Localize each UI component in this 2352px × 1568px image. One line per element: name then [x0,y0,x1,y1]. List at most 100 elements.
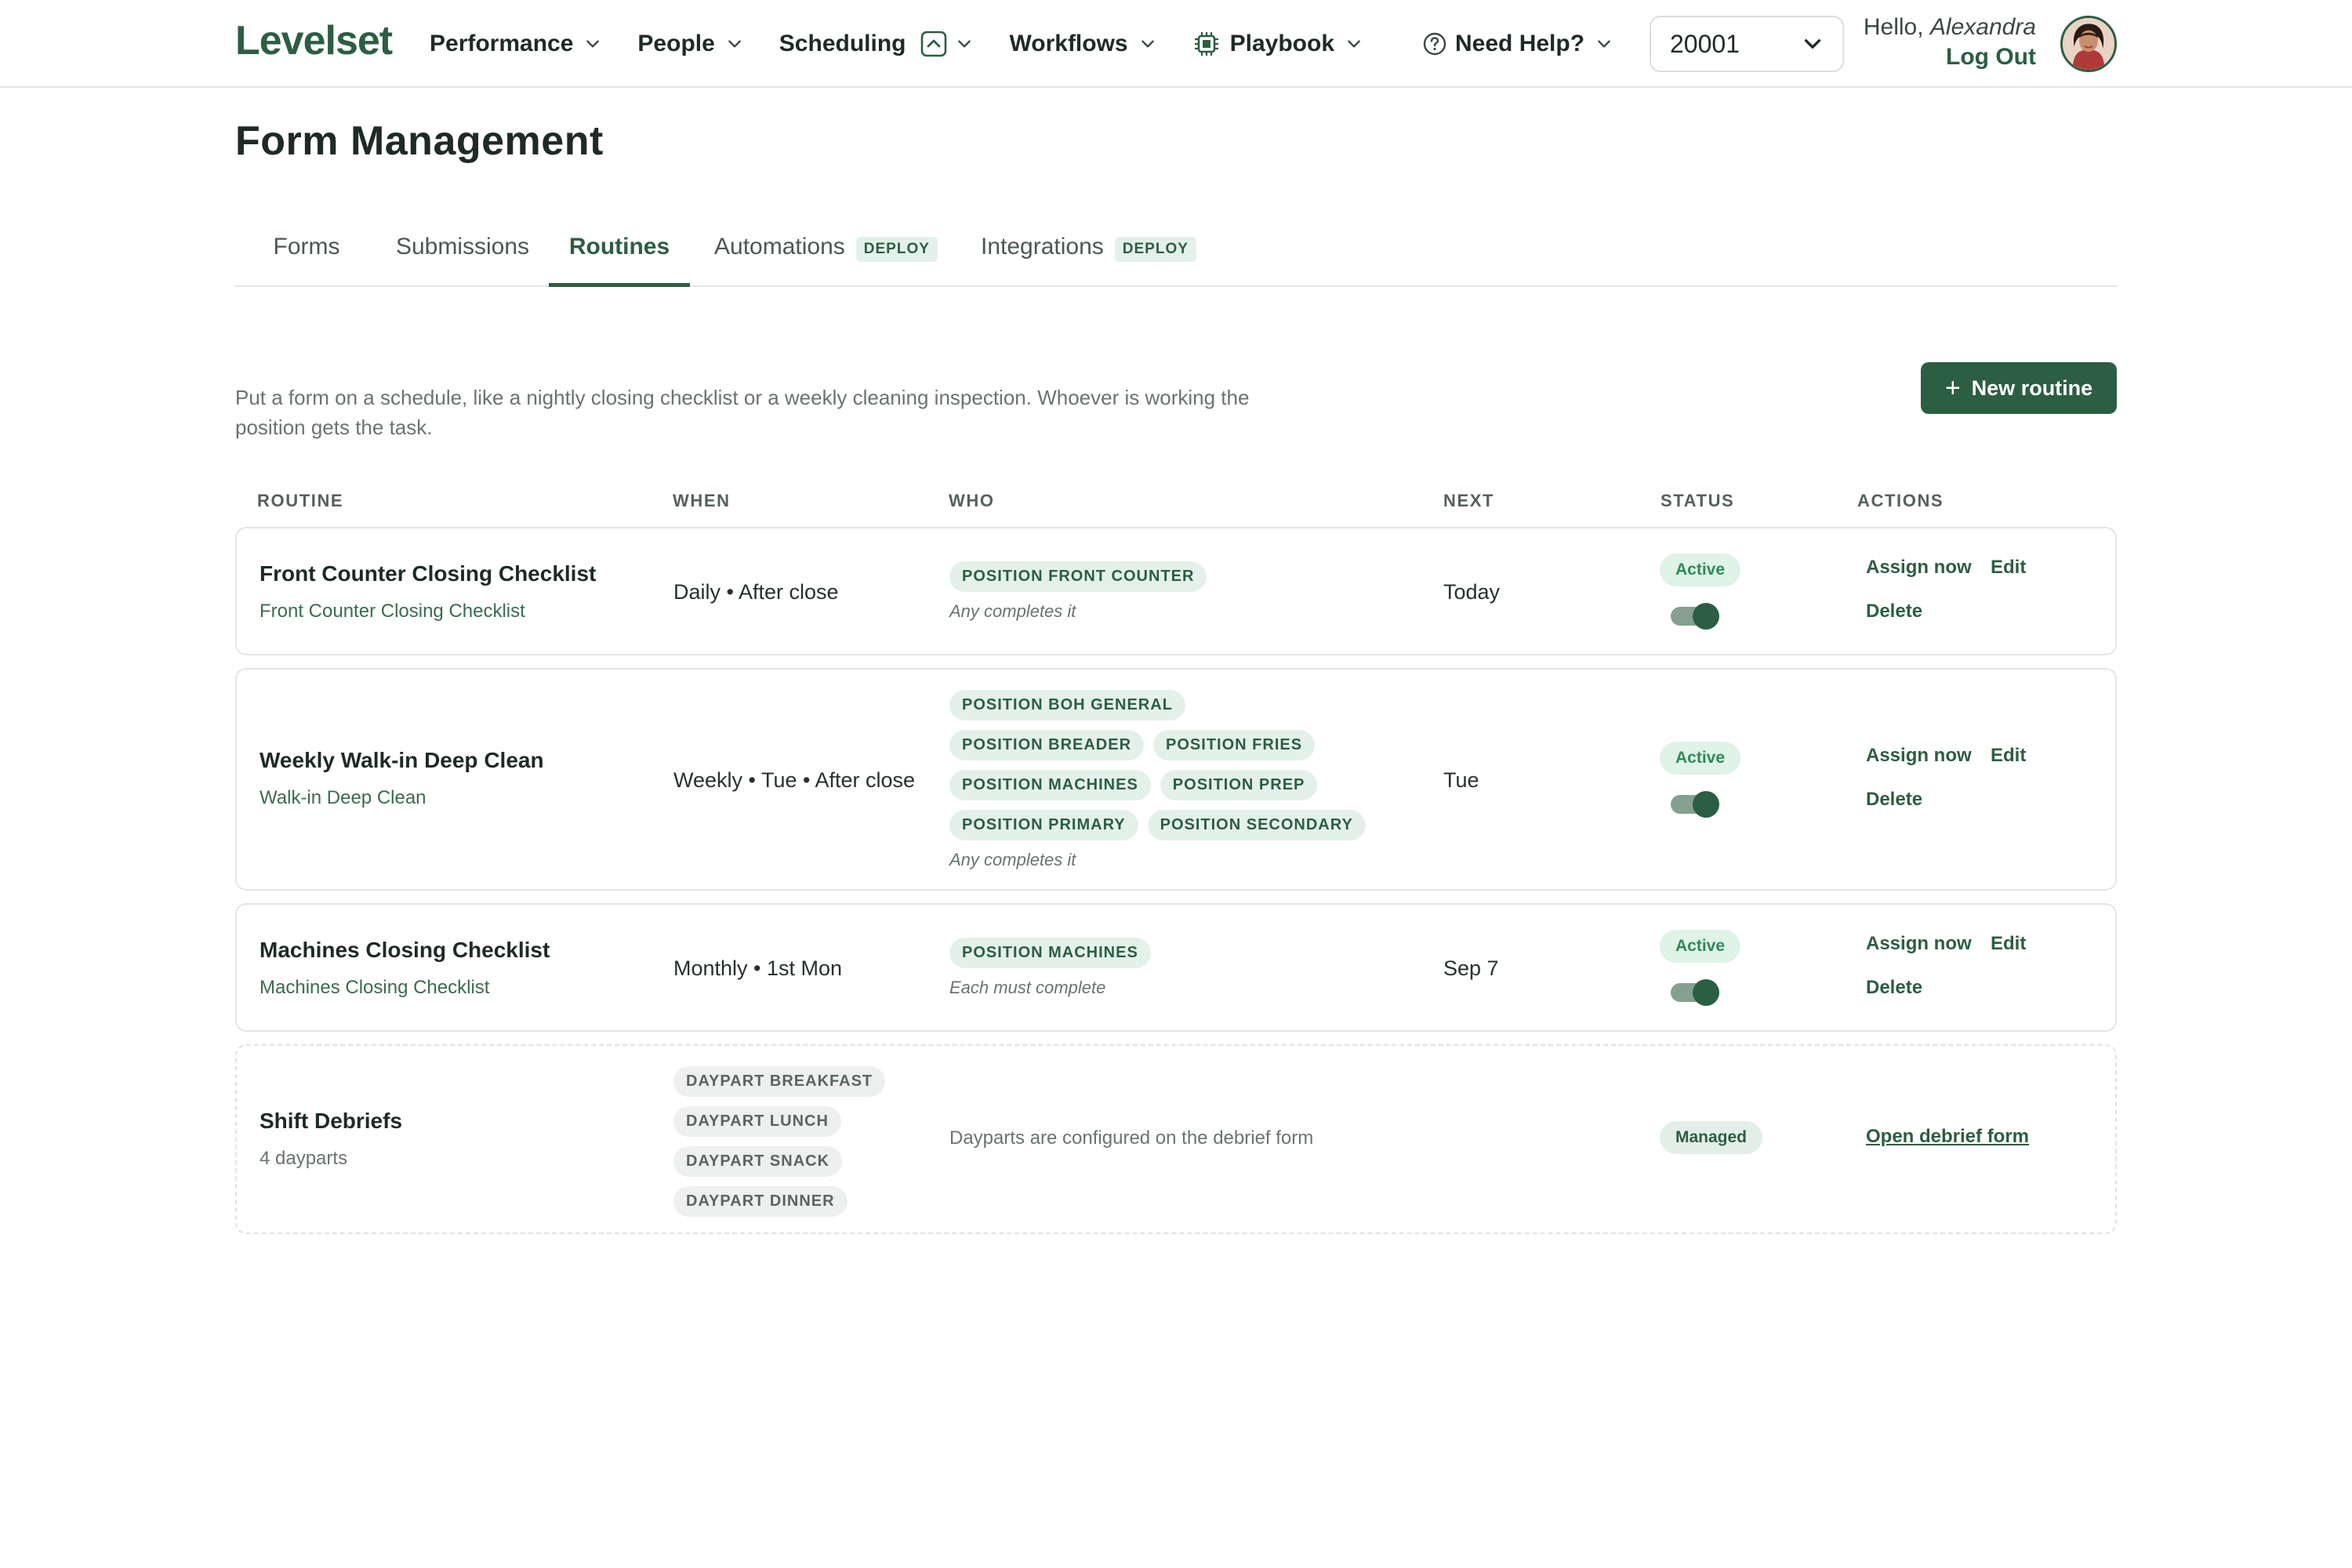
column-header-who: WHO [949,491,995,510]
edit-button[interactable]: Edit [1991,745,2026,767]
routine-cell: Machines Closing Checklist Machines Clos… [260,938,550,999]
daypart-chip: DAYPART DINNER [673,1186,848,1217]
need-help-menu[interactable]: Need Help? [1422,0,1613,88]
active-toggle[interactable] [1671,979,1719,1006]
who-cell: POSITION BOH GENERAL POSITION BREADER PO… [949,690,1388,870]
routine-when: Daily • After close [673,580,839,604]
tab-routines[interactable]: Routines [549,216,690,287]
routine-title: Shift Debriefs [260,1109,403,1133]
tab-integrations-label: Integrations [981,234,1104,260]
tab-routines-label: Routines [568,234,670,260]
form-management-tabs: Forms Submissions Routines Automations D… [235,216,2117,287]
assign-now-button[interactable]: Assign now [1866,933,1972,955]
nav-workflows-label: Workflows [1009,31,1128,56]
avatar-portrait-icon [2063,18,2114,70]
daypart-config-note: Dayparts are configured on the debrief f… [949,1127,1314,1149]
nav-people[interactable]: People [637,31,742,57]
toggle-knob [1693,979,1719,1006]
chevron-down-icon [586,40,600,48]
position-chip: POSITION BREADER [949,730,1145,760]
nav-scheduling[interactable]: Scheduling [779,30,974,58]
location-select-value: 20001 [1670,29,1740,58]
tab-submissions-label: Submissions [395,234,530,260]
routine-title: Front Counter Closing Checklist [260,561,597,586]
routine-cell: Weekly Walk-in Deep Clean Walk-in Deep C… [260,748,544,809]
levelset-logo[interactable]: Levelset [235,17,393,64]
status-badge: Active [1660,742,1741,775]
chevron-down-icon [958,40,971,48]
completion-rule: Each must complete [949,978,1106,997]
position-chip: POSITION FRONT COUNTER [949,561,1207,592]
column-header-routine: ROUTINE [257,491,344,510]
toggle-knob [1693,791,1719,818]
new-routine-button[interactable]: + New routine [1921,362,2117,414]
edit-button[interactable]: Edit [1991,557,2026,579]
nav-people-label: People [637,31,715,56]
delete-button[interactable]: Delete [1866,601,1922,622]
position-chip: POSITION FRIES [1153,730,1316,760]
routine-form-name: Machines Closing Checklist [260,977,490,998]
routine-when: Weekly • Tue • After close [673,768,916,792]
avatar[interactable] [2060,16,2117,72]
when-cell: DAYPART BREAKFAST DAYPART LUNCH DAYPART … [673,1066,909,1226]
user-name: Alexandra [1929,14,2036,40]
active-toggle[interactable] [1671,603,1719,630]
status-cell: Active [1660,742,1741,775]
completion-rule: Any completes it [949,850,1076,869]
tab-forms[interactable]: Forms [235,216,378,285]
tab-integrations[interactable]: Integrations DEPLOY [981,216,1196,285]
assign-now-button[interactable]: Assign now [1866,745,1972,767]
who-cell: POSITION FRONT COUNTER Any completes it [949,561,1388,622]
location-select[interactable]: 20001 [1650,16,1844,72]
next-run: Sep 7 [1443,956,1499,980]
column-header-status: STATUS [1661,491,1735,510]
page-title: Form Management [235,118,604,164]
edit-button[interactable]: Edit [1991,933,2026,955]
routine-title: Weekly Walk-in Deep Clean [260,748,544,772]
status-badge: Active [1660,930,1741,963]
active-toggle[interactable] [1671,791,1719,818]
routine-when: Monthly • 1st Mon [673,956,843,980]
daypart-chip: DAYPART SNACK [673,1146,843,1177]
status-cell: Active [1660,930,1741,963]
user-greeting: Hello, Alexandra Log Out [1864,14,2036,71]
table-row: Front Counter Closing Checklist Front Co… [235,527,2117,655]
tab-automations[interactable]: Automations DEPLOY [714,216,938,285]
need-help-label: Need Help? [1455,31,1585,56]
top-navigation-bar: Levelset Performance People Scheduling W… [0,0,2352,88]
table-row: Weekly Walk-in Deep Clean Walk-in Deep C… [235,668,2117,891]
daypart-chip: DAYPART BREAKFAST [673,1066,886,1097]
nav-performance[interactable]: Performance [430,31,601,57]
chevron-down-icon [1348,40,1360,48]
assign-now-button[interactable]: Assign now [1866,557,1972,579]
status-badge: Managed [1660,1121,1763,1154]
new-routine-label: New routine [1971,376,2093,400]
column-header-when: WHEN [673,491,731,510]
main-nav: Performance People Scheduling Workflows … [430,0,1399,88]
toggle-knob [1693,603,1719,630]
nav-playbook[interactable]: Playbook [1192,30,1363,58]
column-header-next: NEXT [1443,491,1495,510]
tab-submissions[interactable]: Submissions [378,216,547,285]
help-circle-icon [1423,32,1446,56]
delete-button[interactable]: Delete [1866,977,1922,999]
routines-table-header: ROUTINE WHEN WHO NEXT STATUS ACTIONS [235,491,2117,514]
tab-forms-label: Forms [273,234,340,260]
position-chip: POSITION SECONDARY [1147,810,1366,840]
greeting-text: Hello, Alexandra [1864,14,2036,41]
completion-rule: Any completes it [949,601,1076,621]
delete-button[interactable]: Delete [1866,789,1922,811]
next-run: Today [1443,580,1501,604]
routine-form-name: Front Counter Closing Checklist [260,601,525,622]
who-chips: POSITION FRONT COUNTER [949,561,1388,601]
nav-workflows[interactable]: Workflows [1009,31,1156,57]
nav-performance-label: Performance [430,31,574,56]
routine-cell: Front Counter Closing Checklist Front Co… [260,561,596,622]
deploy-badge: DEPLOY [1114,237,1196,262]
scheduling-caret-up-icon [921,31,947,57]
open-debrief-form-link[interactable]: Open debrief form [1866,1126,2029,1148]
nav-scheduling-label: Scheduling [779,31,906,56]
logout-link[interactable]: Log Out [1864,44,2036,71]
who-cell: POSITION MACHINES Each must complete [949,938,1388,998]
routine-daypart-count: 4 dayparts [260,1148,348,1169]
